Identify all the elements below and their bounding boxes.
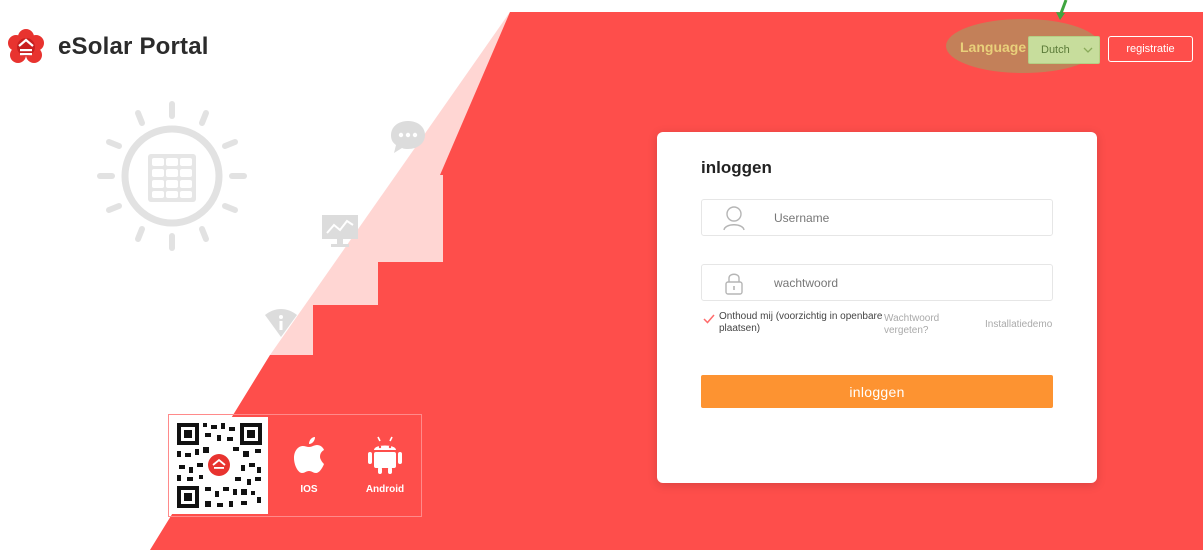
language-label: Language <box>960 39 1027 55</box>
chat-icon <box>391 121 425 153</box>
qr-code-icon <box>171 417 268 514</box>
wifi-info-icon <box>265 309 297 337</box>
apple-icon <box>294 437 324 473</box>
android-download[interactable]: Android <box>355 435 415 495</box>
login-title: inloggen <box>701 158 772 177</box>
forgot-password-link[interactable]: Wachtwoord vergeten? <box>884 313 956 337</box>
password-field[interactable] <box>701 264 1053 301</box>
sun-panel-icon <box>97 101 247 251</box>
app-download-box: IOS Android <box>168 414 422 517</box>
password-input[interactable] <box>772 274 1016 291</box>
monitor-chart-icon <box>322 215 358 247</box>
username-input[interactable] <box>772 209 1016 226</box>
check-icon[interactable] <box>703 313 715 325</box>
language-select[interactable]: Dutch <box>1028 36 1100 64</box>
language-value: Dutch <box>1041 44 1070 56</box>
chevron-down-icon <box>1083 47 1093 53</box>
login-button[interactable]: inloggen <box>701 375 1053 408</box>
register-button[interactable]: registratie <box>1108 36 1193 62</box>
user-icon <box>714 199 754 236</box>
logo-icon <box>8 29 44 63</box>
arrow-indicator-icon <box>1056 0 1068 20</box>
login-card: inloggen Onthoud mij (voorzichtig in ope… <box>657 132 1097 483</box>
username-field[interactable] <box>701 199 1053 236</box>
ios-download[interactable]: IOS <box>279 435 339 495</box>
installation-demo-link[interactable]: Installatiedemo <box>985 319 1052 330</box>
android-icon <box>368 436 402 474</box>
ios-label: IOS <box>300 484 318 495</box>
brand-logo[interactable]: eSolar Portal <box>8 29 209 65</box>
lock-icon <box>714 264 754 301</box>
remember-me[interactable]: Onthoud mij (voorzichtig in openbare pla… <box>703 311 889 335</box>
android-label: Android <box>365 484 405 495</box>
remember-label: Onthoud mij (voorzichtig in openbare pla… <box>719 311 883 334</box>
language-selector-area: Language Dutch <box>946 19 1100 73</box>
brand-title: eSolar Portal <box>58 33 209 60</box>
